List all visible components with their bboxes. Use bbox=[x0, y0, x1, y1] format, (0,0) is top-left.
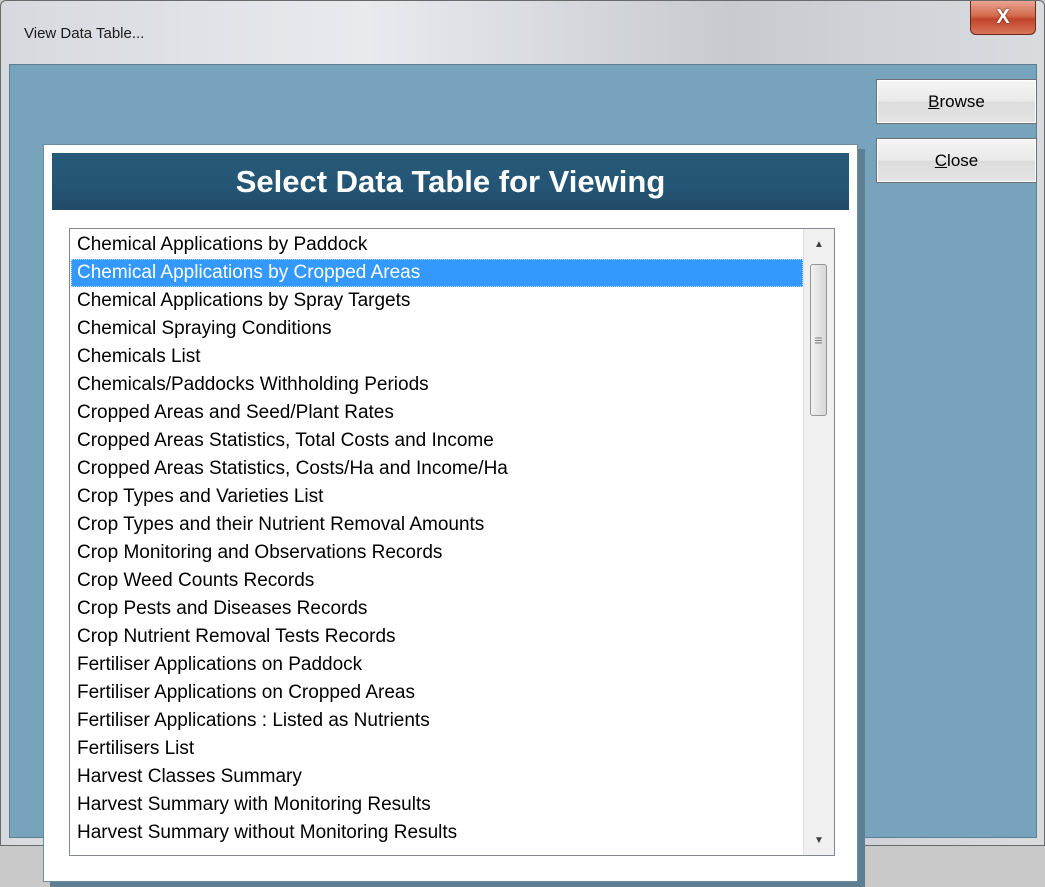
arrow-up-icon: ▲ bbox=[814, 238, 824, 250]
browse-accel-letter: B bbox=[928, 91, 940, 111]
list-item[interactable]: Crop Types and their Nutrient Removal Am… bbox=[71, 511, 803, 539]
list-item[interactable]: Crop Nutrient Removal Tests Records bbox=[71, 623, 803, 651]
list-item[interactable]: Harvest Classes Summary bbox=[71, 763, 803, 791]
grip-icon: ≡ bbox=[814, 332, 823, 348]
data-table-listbox[interactable]: Chemical Applications by Paddock Chemical… bbox=[69, 228, 835, 856]
list-item[interactable]: Harvest Summary with Monitoring Results bbox=[71, 791, 803, 819]
list-items: Chemical Applications by Paddock Chemical… bbox=[71, 231, 803, 847]
scroll-down-button[interactable]: ▼ bbox=[804, 825, 834, 855]
list-item[interactable]: Chemical Applications by Cropped Areas bbox=[71, 259, 803, 287]
scroll-up-button[interactable]: ▲ bbox=[804, 229, 834, 259]
title-bar[interactable]: View Data Table... X bbox=[1, 1, 1044, 63]
list-item[interactable]: Chemicals List bbox=[71, 343, 803, 371]
list-item[interactable]: Fertiliser Applications : Listed as Nutr… bbox=[71, 707, 803, 735]
list-item[interactable]: Chemical Spraying Conditions bbox=[71, 315, 803, 343]
list-item[interactable]: Fertiliser Applications on Paddock bbox=[71, 651, 803, 679]
list-item[interactable]: Fertilisers List bbox=[71, 735, 803, 763]
list-scrollbar[interactable]: ▲ ≡ ▼ bbox=[803, 229, 834, 855]
close-button[interactable]: Close bbox=[876, 138, 1037, 183]
list-item[interactable]: Cropped Areas Statistics, Costs/Ha and I… bbox=[71, 455, 803, 483]
list-item[interactable]: Crop Pests and Diseases Records bbox=[71, 595, 803, 623]
list-item[interactable]: Chemical Applications by Paddock bbox=[71, 231, 803, 259]
close-label-rest: lose bbox=[947, 150, 979, 170]
list-item[interactable]: Crop Types and Varieties List bbox=[71, 483, 803, 511]
list-item[interactable]: Chemical Applications by Spray Targets bbox=[71, 287, 803, 315]
close-icon: X bbox=[996, 6, 1010, 28]
list-item[interactable]: Harvest Summary without Monitoring Resul… bbox=[71, 819, 803, 847]
list-item[interactable]: Chemicals/Paddocks Withholding Periods bbox=[71, 371, 803, 399]
dialog-client-area: Select Data Table for Viewing Chemical A… bbox=[9, 64, 1037, 887]
close-accel-letter: C bbox=[934, 150, 948, 170]
list-item[interactable]: Cropped Areas Statistics, Total Costs an… bbox=[71, 427, 803, 455]
scroll-thumb[interactable]: ≡ bbox=[810, 264, 827, 416]
list-item[interactable]: Fertiliser Applications on Cropped Areas bbox=[71, 679, 803, 707]
list-item[interactable]: Cropped Areas and Seed/Plant Rates bbox=[71, 399, 803, 427]
dialog-window: View Data Table... X Select Data Table f… bbox=[0, 0, 1045, 887]
arrow-down-icon: ▼ bbox=[814, 834, 824, 846]
table-select-panel: Select Data Table for Viewing Chemical A… bbox=[43, 144, 858, 882]
browse-label-rest: rowse bbox=[939, 91, 985, 111]
list-item[interactable]: Crop Monitoring and Observations Records bbox=[71, 539, 803, 567]
browse-button[interactable]: Browse bbox=[876, 79, 1037, 124]
window-title: View Data Table... bbox=[24, 25, 145, 42]
panel-heading: Select Data Table for Viewing bbox=[52, 153, 849, 210]
window-close-button[interactable]: X bbox=[970, 1, 1036, 35]
list-item[interactable]: Crop Weed Counts Records bbox=[71, 567, 803, 595]
